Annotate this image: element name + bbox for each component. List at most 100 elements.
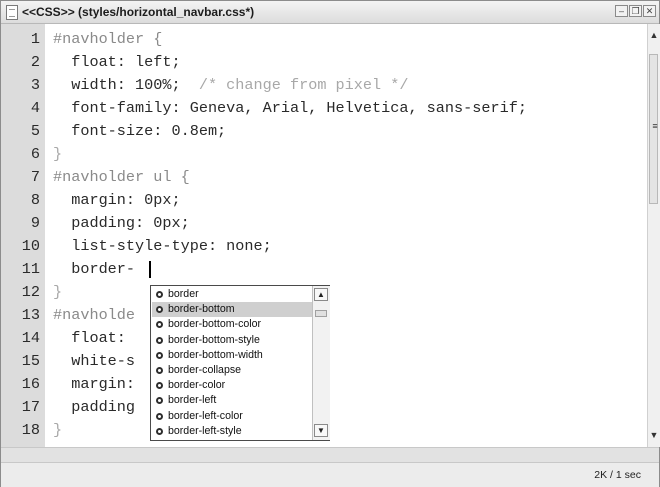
property-icon	[156, 321, 163, 329]
code-hint-label: border-bottom-width	[168, 348, 263, 361]
line-number: 16	[21, 375, 40, 393]
code-line[interactable]: 8 margin: 0px;	[1, 189, 647, 212]
property-icon	[156, 412, 163, 420]
line-number: 12	[21, 283, 40, 301]
document-icon	[6, 5, 18, 20]
code-hint-item[interactable]: border-color	[152, 378, 312, 393]
code-hint-label: border-bottom-color	[168, 318, 262, 331]
line-number: 14	[21, 329, 40, 347]
scroll-down-arrow-icon[interactable]: ▼	[648, 430, 660, 440]
window-title: <<CSS>> (styles/horizontal_navbar.css*)	[22, 5, 255, 19]
close-button[interactable]: ✕	[643, 5, 656, 17]
code-text: padding	[53, 396, 135, 419]
code-token: list-style-type: none;	[53, 237, 272, 255]
vertical-scroll-thumb[interactable]: ≡	[649, 54, 658, 204]
code-text: float:	[53, 327, 126, 350]
horizontal-scrollbar[interactable]	[1, 447, 659, 462]
code-token: width: 100%;	[53, 76, 181, 94]
code-token: float:	[53, 329, 126, 347]
code-hint-item[interactable]: border-bottom	[152, 302, 312, 318]
code-line[interactable]: 5 font-size: 0.8em;	[1, 120, 647, 143]
code-hint-item[interactable]: border-bottom-color	[152, 317, 312, 332]
line-number: 10	[21, 237, 40, 255]
code-hint-item[interactable]: border-left-style	[152, 424, 312, 439]
code-token: margin: 0px;	[53, 191, 181, 209]
code-hint-item[interactable]: border-bottom-style	[152, 333, 312, 348]
code-text: float: left;	[53, 51, 181, 74]
code-text: #navholder {	[53, 28, 162, 51]
code-hint-label: border-left-style	[168, 424, 242, 437]
code-hints-scrollbar[interactable]: ▲ ▼	[312, 286, 330, 440]
code-text: padding: 0px;	[53, 212, 190, 235]
code-text: font-family: Geneva, Arial, Helvetica, s…	[53, 97, 527, 120]
code-text: width: 100%; /* change from pixel */	[53, 74, 408, 97]
code-line[interactable]: 3 width: 100%; /* change from pixel */	[1, 74, 647, 97]
code-line[interactable]: 1 #navholder {	[1, 28, 647, 51]
code-line[interactable]: 10 list-style-type: none;	[1, 235, 647, 258]
line-number: 8	[30, 191, 40, 209]
code-hint-label: border-collapse	[168, 364, 242, 376]
scroll-up-arrow-icon[interactable]: ▲	[648, 30, 660, 40]
line-number: 18	[21, 421, 40, 439]
code-hints-popup[interactable]: border border-bottom border-bottom-color bo…	[150, 285, 330, 441]
property-icon	[156, 336, 163, 344]
hints-scroll-up-button[interactable]: ▲	[314, 288, 328, 301]
line-number: 17	[21, 398, 40, 416]
property-icon	[156, 427, 163, 435]
code-text: margin: 0px;	[53, 189, 181, 212]
status-bar: 2K / 1 sec	[1, 462, 659, 487]
code-token: #navholder ul {	[53, 168, 190, 186]
code-line[interactable]: 4 font-family: Geneva, Arial, Helvetica,…	[1, 97, 647, 120]
code-text: font-size: 0.8em;	[53, 120, 226, 143]
code-hint-label: border-left	[168, 394, 217, 407]
code-text: }	[53, 419, 62, 442]
code-hint-item[interactable]: border-left	[152, 393, 312, 408]
code-token: float: left;	[53, 53, 181, 71]
code-text: }	[53, 281, 62, 304]
line-number: 3	[30, 76, 40, 94]
line-number: 5	[30, 122, 40, 140]
hints-scroll-down-button[interactable]: ▼	[314, 424, 328, 437]
line-number: 11	[21, 260, 40, 278]
code-text: list-style-type: none;	[53, 235, 272, 258]
code-token: white-s	[53, 352, 136, 370]
property-icon	[156, 291, 163, 298]
code-token: /* change from pixel */	[180, 76, 409, 94]
code-line[interactable]: 6}	[1, 143, 647, 166]
line-number: 1	[30, 30, 40, 48]
file-size-download-time: 2K / 1 sec	[594, 469, 641, 481]
code-token: border-	[53, 260, 136, 278]
code-token: }	[53, 421, 63, 439]
line-number: 4	[30, 99, 40, 117]
property-icon	[156, 306, 163, 314]
code-hint-item[interactable]: border-collapse	[152, 363, 312, 378]
code-token: }	[53, 145, 63, 163]
code-text: #navholde	[53, 304, 135, 327]
line-number: 6	[30, 145, 40, 163]
line-number: 2	[30, 53, 40, 71]
hints-scroll-thumb[interactable]	[315, 310, 327, 317]
code-hint-item[interactable]: border-left-color	[152, 409, 312, 424]
code-line[interactable]: 11 border-	[1, 258, 647, 281]
code-line[interactable]: 7 #navholder ul {	[1, 166, 647, 189]
code-hint-label: border-color	[168, 379, 226, 392]
code-editor-window: <<CSS>> (styles/horizontal_navbar.css*) …	[0, 0, 660, 487]
code-line[interactable]: 2 float: left;	[1, 51, 647, 74]
code-line[interactable]: 9 padding: 0px;	[1, 212, 647, 235]
code-token: padding	[53, 398, 136, 416]
code-token: padding: 0px;	[53, 214, 190, 232]
code-hint-label: border-bottom	[168, 303, 235, 316]
code-hint-label: border	[168, 288, 199, 300]
code-token: #navholder {	[53, 30, 163, 48]
code-hint-item[interactable]: border-bottom-width	[152, 348, 312, 363]
code-token: font-family: Geneva, Arial, Helvetica, s…	[53, 99, 527, 117]
code-hint-item[interactable]: border	[152, 287, 312, 302]
code-text: }	[53, 143, 62, 166]
minimize-button[interactable]: –	[615, 5, 628, 17]
vertical-scrollbar[interactable]: ▲ ≡ ▼	[647, 24, 660, 447]
line-number: 7	[30, 168, 40, 186]
title-bar[interactable]: <<CSS>> (styles/horizontal_navbar.css*) …	[1, 1, 659, 24]
line-number: 9	[30, 214, 40, 232]
restore-button[interactable]: ❐	[629, 5, 642, 17]
line-number: 13	[21, 306, 40, 324]
